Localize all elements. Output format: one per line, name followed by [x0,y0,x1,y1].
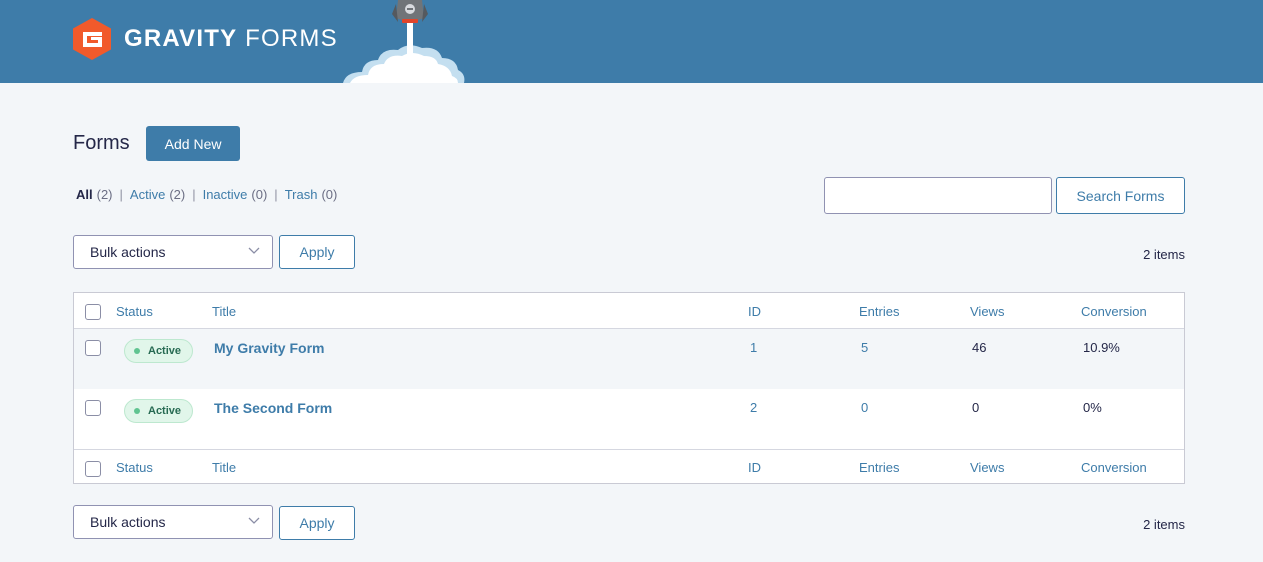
brand-name: GRAVITY FORMS [124,25,338,53]
row-checkbox[interactable] [85,400,101,416]
filter-active-count: (2) [169,187,186,202]
chevron-down-icon [248,517,260,524]
column-header-views[interactable]: Views [970,304,1004,319]
column-header-conversion[interactable]: Conversion [1081,304,1147,319]
add-new-button[interactable]: Add New [145,126,241,161]
conversion-rate: 0% [1083,400,1102,415]
column-footer-conversion[interactable]: Conversion [1081,460,1147,475]
conversion-rate: 10.9% [1083,340,1120,355]
status-label: Active [148,405,182,417]
status-badge[interactable]: Active [124,399,193,423]
views-count: 0 [972,400,980,415]
column-header-status[interactable]: Status [116,304,153,319]
items-count-top: 2 items [1143,247,1185,262]
status-dot-icon [134,408,140,414]
search-forms-button[interactable]: Search Forms [1056,177,1185,214]
chevron-down-icon [248,247,260,254]
filter-trash-count: (0) [321,187,338,202]
status-dot-icon [134,348,140,354]
row-checkbox[interactable] [85,340,101,356]
entries-count-link[interactable]: 0 [861,400,868,415]
views-count: 46 [972,340,987,355]
gravity-forms-logo-icon [73,18,111,60]
form-title-link[interactable]: My Gravity Form [214,340,324,356]
filter-separator: | [274,187,278,202]
select-all-checkbox-bottom[interactable] [85,461,101,477]
status-label: Active [148,345,182,357]
column-footer-status[interactable]: Status [116,460,153,475]
column-footer-views[interactable]: Views [970,460,1004,475]
page-title-row: Forms Add New [73,126,241,161]
filter-separator: | [119,187,123,202]
brand-light: FORMS [237,25,338,52]
filter-inactive[interactable]: Inactive [203,187,248,202]
items-count-bottom: 2 items [1143,517,1185,532]
apply-button-top[interactable]: Apply [279,235,355,269]
table-row: Active My Gravity Form 1 5 46 10.9% [74,329,1184,389]
page-title: Forms [73,132,130,154]
gravity-forms-logo[interactable]: GRAVITY FORMS [73,18,338,60]
form-id[interactable]: 2 [750,400,757,415]
select-all-checkbox[interactable] [85,304,101,320]
filter-trash[interactable]: Trash [285,187,318,202]
rocket-illustration-icon [343,0,465,83]
filter-active[interactable]: Active [130,187,165,202]
table-footer-row: Status Title ID Entries Views Conversion [74,449,1184,484]
status-badge[interactable]: Active [124,339,193,363]
bulk-actions-select-bottom[interactable]: Bulk actions [73,505,273,539]
apply-button-bottom[interactable]: Apply [279,506,355,540]
filter-all[interactable]: All [76,187,93,202]
bulk-actions-selected: Bulk actions [90,514,166,530]
status-filter-links: All (2) | Active (2) | Inactive (0) | Tr… [76,187,337,202]
search-input[interactable] [824,177,1052,214]
column-footer-entries[interactable]: Entries [859,460,899,475]
column-header-entries[interactable]: Entries [859,304,899,319]
table-header-row: Status Title ID Entries Views Conversion [74,293,1184,329]
entries-count-link[interactable]: 5 [861,340,868,355]
form-id[interactable]: 1 [750,340,757,355]
column-footer-id[interactable]: ID [748,460,761,475]
column-footer-title[interactable]: Title [212,460,236,475]
filter-separator: | [192,187,196,202]
filter-inactive-count: (0) [251,187,268,202]
header-banner: GRAVITY FORMS [0,0,1263,83]
forms-table: Status Title ID Entries Views Conversion… [73,292,1185,484]
bulk-actions-select-top[interactable]: Bulk actions [73,235,273,269]
bulk-actions-selected: Bulk actions [90,244,166,260]
brand-bold: GRAVITY [124,25,238,52]
column-header-id[interactable]: ID [748,304,761,319]
column-header-title[interactable]: Title [212,304,236,319]
table-row: Active The Second Form 2 0 0 0% [74,389,1184,449]
filter-all-count: (2) [96,187,113,202]
form-title-link[interactable]: The Second Form [214,400,332,416]
